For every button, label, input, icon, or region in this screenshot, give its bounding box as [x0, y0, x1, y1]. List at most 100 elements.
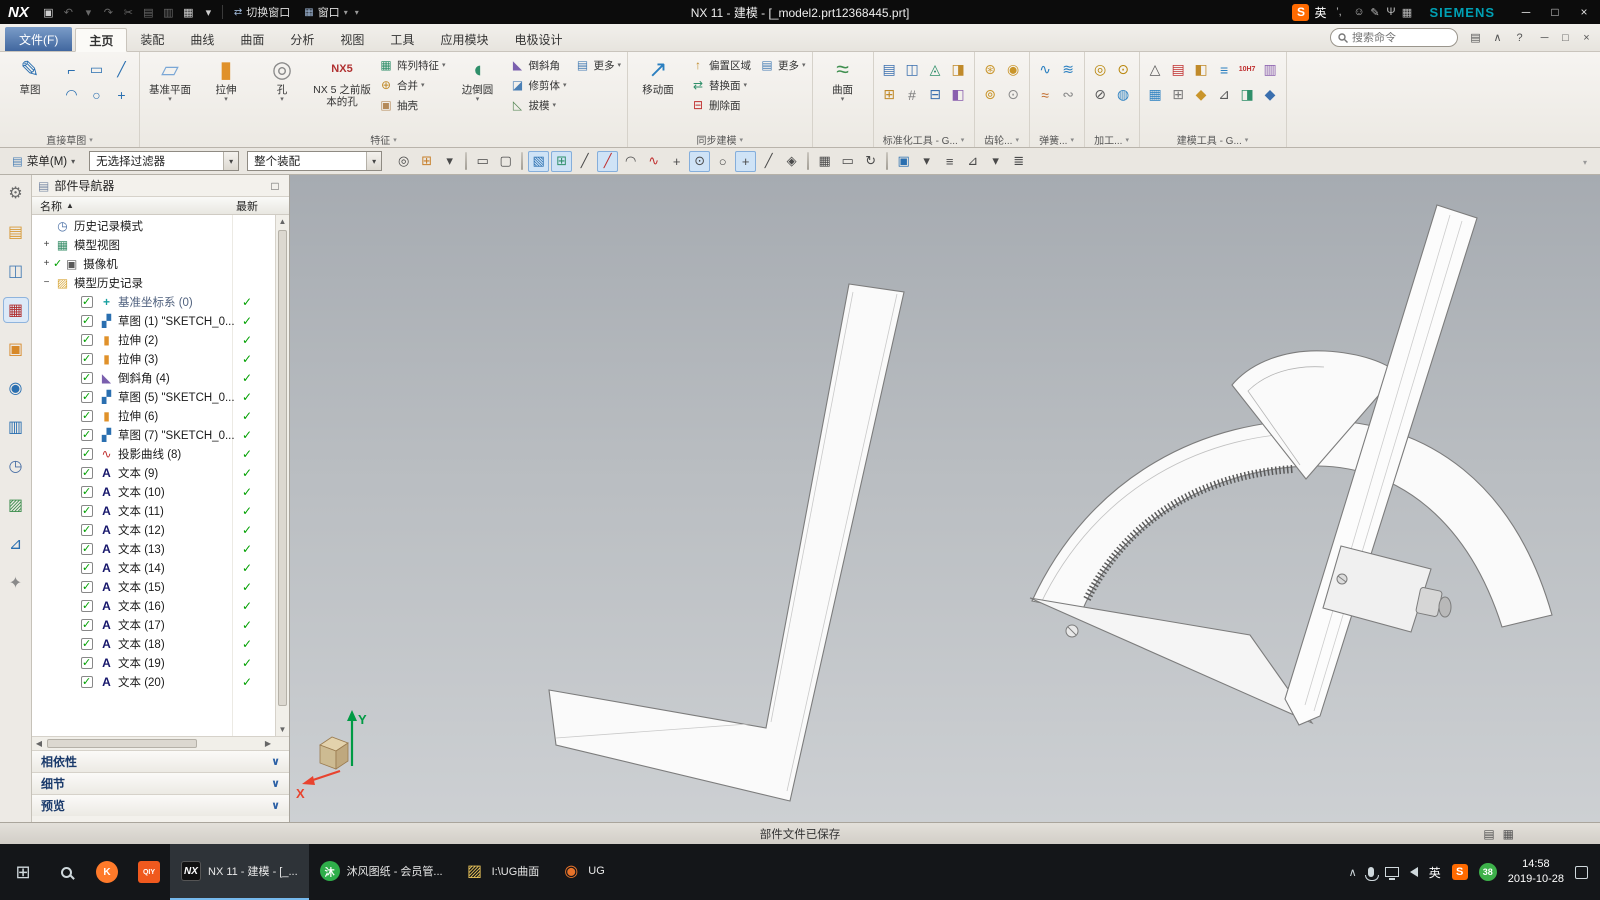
column-name[interactable]: 名称 ▲ — [40, 198, 74, 214]
spring-tool-icon-2[interactable]: ≈ — [1035, 84, 1056, 105]
tree-item[interactable]: ◷ 历史记录模式 — [32, 216, 289, 235]
datum-triangle-icon[interactable]: ⊿ — [962, 151, 983, 172]
tree-item[interactable]: ▮ 拉伸 (6) ✓ — [32, 406, 289, 425]
shaded-view-icon[interactable]: ▧ — [528, 150, 550, 172]
group-label-feature[interactable]: 特征 — [143, 132, 624, 147]
tree-expand-toggle[interactable]: + — [40, 239, 53, 250]
nx5-hole-button[interactable]: NX5 NX 5 之前版本的孔 — [311, 53, 373, 108]
notification-center-icon[interactable] — [1575, 865, 1588, 879]
line-icon[interactable]: ╱ — [111, 59, 132, 80]
tree-item[interactable]: A 文本 (14) ✓ — [32, 558, 289, 577]
tree-checkbox[interactable] — [81, 447, 93, 460]
status-panel-icon[interactable]: ▦ — [1503, 827, 1514, 841]
snap-intersection-icon[interactable]: + — [735, 150, 757, 172]
group-label-direct-sketch[interactable]: 直接草图 — [3, 132, 136, 147]
snap-circle-icon[interactable]: ○ — [712, 151, 733, 172]
display-tray-icon[interactable] — [1384, 867, 1399, 880]
ribbon-options-icon[interactable]: ▤ — [1466, 28, 1485, 47]
group-label-gear-tools[interactable]: 齿轮... — [978, 132, 1026, 147]
protractor-model[interactable] — [1029, 204, 1553, 726]
tree-checkbox[interactable] — [81, 675, 93, 688]
snap-quadrant-icon[interactable]: ◈ — [781, 151, 802, 172]
tree-checkbox[interactable] — [81, 656, 93, 669]
point-icon[interactable]: + — [111, 84, 132, 105]
separator[interactable] — [886, 152, 889, 170]
ime-keyboard-icon[interactable]: ▦ — [1399, 6, 1414, 19]
sketch-button[interactable]: ✎ 草图 — [3, 53, 57, 96]
tray-clock[interactable]: 14:58 2019-10-28 — [1508, 857, 1564, 887]
gear-tool-icon-1[interactable]: ⊛ — [980, 59, 1001, 80]
std-tool-icon-2[interactable]: ⊞ — [879, 84, 900, 105]
ribbon-tab[interactable]: 应用模块 — [427, 27, 501, 51]
sync-more-button[interactable]: ▤ 更多 — [756, 55, 809, 75]
web-browser-icon[interactable]: ◉ — [4, 376, 28, 400]
ribbon-tab[interactable]: 工具 — [377, 27, 427, 51]
snap-center-icon[interactable]: ⊙ — [689, 150, 711, 172]
capture-button[interactable]: ▦ — [179, 3, 198, 22]
ribbon-tab[interactable]: 曲面 — [227, 27, 277, 51]
tree-item[interactable]: ▞ 草图 (1) "SKETCH_0... ✓ — [32, 311, 289, 330]
move-face-button[interactable]: ↗ 移动面 — [631, 53, 685, 96]
tree-item[interactable]: A 文本 (12) ✓ — [32, 520, 289, 539]
scroll-right-icon[interactable]: ▶ — [261, 737, 275, 750]
view-triad[interactable]: Y X — [296, 710, 367, 801]
datum-plane-button[interactable]: ▱ 基准平面 — [143, 53, 197, 104]
tree-checkbox[interactable] — [81, 485, 93, 498]
ime-emoji-icon[interactable]: ☺ — [1351, 6, 1366, 18]
vertical-scrollbar[interactable]: ▲ ▼ — [275, 215, 289, 736]
selection-options-caret[interactable]: ▾ — [439, 151, 460, 172]
ribbon-tab[interactable]: 分析 — [277, 27, 327, 51]
tree-item[interactable]: + 基准坐标系 (0) ✓ — [32, 292, 289, 311]
ribbon-tab[interactable]: 曲线 — [177, 27, 227, 51]
tree-checkbox[interactable] — [81, 542, 93, 555]
menu-button[interactable]: ▤ 菜单(M) — [6, 151, 81, 172]
ime-pen-icon[interactable]: ✎ — [1367, 6, 1382, 19]
tree-checkbox[interactable] — [81, 637, 93, 650]
ribbon-tab[interactable]: 主页 — [75, 28, 128, 52]
tree-checkbox[interactable] — [81, 618, 93, 631]
horizontal-scroll-thumb[interactable] — [47, 739, 197, 748]
modeling-tool-icon-3[interactable]: ▤ — [1168, 59, 1189, 80]
vertical-scroll-thumb[interactable] — [278, 230, 287, 706]
task-ug-folder[interactable]: ▨ I:\UG曲面 — [454, 844, 551, 900]
fit-window-icon[interactable]: ▭ — [837, 151, 858, 172]
constraint-navigator-icon[interactable]: ◫ — [4, 259, 28, 283]
tree-checkbox[interactable] — [81, 352, 93, 365]
snap-endpoint-icon[interactable]: ╱ — [574, 151, 595, 172]
selection-scope-dropdown[interactable]: 整个装配 ▾ — [247, 151, 383, 171]
tree-checkbox[interactable] — [81, 561, 93, 574]
tree-checkbox[interactable] — [81, 333, 93, 346]
snap-midpoint-icon[interactable]: ╱ — [597, 150, 619, 172]
group-label-sync[interactable]: 同步建模 — [631, 132, 809, 147]
layer-list-icon[interactable]: ≣ — [1008, 151, 1029, 172]
modeling-tool-icon-12[interactable]: ◆ — [1260, 84, 1281, 105]
machining-tool-icon-3[interactable]: ⊙ — [1113, 59, 1134, 80]
wcs-dynamics-icon[interactable]: ▦ — [814, 151, 835, 172]
paste-button[interactable]: ▥ — [159, 3, 178, 22]
history-icon[interactable]: ◷ — [4, 454, 28, 478]
horizontal-scrollbar[interactable]: ◀ ▶ — [32, 736, 289, 750]
modeling-tool-icon-6[interactable]: ◆ — [1191, 84, 1212, 105]
arc-icon[interactable]: ◠ — [61, 84, 82, 105]
std-tool-icon-4[interactable]: # — [902, 84, 923, 105]
color-grid-icon[interactable]: ⊞ — [551, 150, 573, 172]
details-section[interactable]: 细节 — [32, 772, 289, 794]
search-input[interactable] — [1352, 31, 1444, 44]
ribbon-tab[interactable]: 电极设计 — [501, 27, 575, 51]
tree-item[interactable]: ▮ 拉伸 (3) ✓ — [32, 349, 289, 368]
shell-button[interactable]: ▣ 抽壳 — [375, 95, 449, 115]
graphics-viewport[interactable]: Y X — [290, 175, 1600, 822]
tree-checkbox[interactable] — [81, 409, 93, 422]
modeling-tool-icon-7[interactable]: ≡ — [1214, 59, 1235, 80]
tree-expand-toggle[interactable]: + — [40, 258, 53, 269]
separator[interactable] — [521, 152, 524, 170]
tree-checkbox[interactable] — [81, 371, 93, 384]
ime-punct-indicator[interactable]: ’, — [1331, 6, 1346, 18]
pinned-app-k[interactable]: K — [86, 844, 128, 900]
tree-item[interactable]: A 文本 (9) ✓ — [32, 463, 289, 482]
machining-tool-icon-2[interactable]: ⊘ — [1090, 84, 1111, 105]
tree-item[interactable]: A 文本 (10) ✓ — [32, 482, 289, 501]
gear-tool-icon-3[interactable]: ◉ — [1003, 59, 1024, 80]
gear-tool-icon-4[interactable]: ⊙ — [1003, 84, 1024, 105]
tree-item[interactable]: + ▦ 模型视图 — [32, 235, 289, 254]
